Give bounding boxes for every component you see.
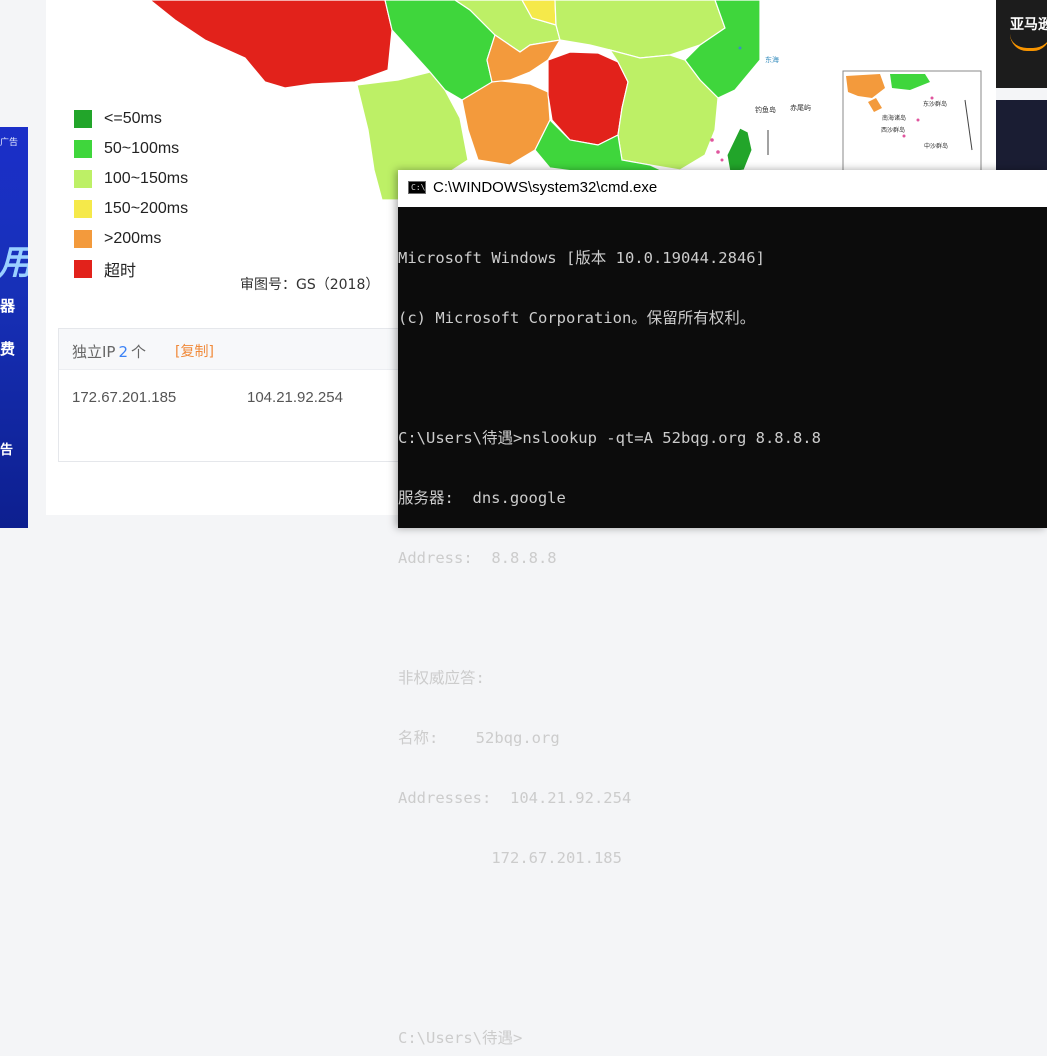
ad-char: 告 (0, 443, 14, 458)
inset-label: 南海诸岛 (882, 114, 906, 122)
console-line: 服务器: dns.google (398, 489, 566, 507)
legend-label: 150~200ms (104, 200, 189, 217)
ip-address: 172.67.201.185 (72, 389, 177, 406)
console-line: 172.67.201.185 (398, 849, 622, 867)
right-ad-amazon[interactable]: 亚马逊 (996, 0, 1047, 88)
legend-item: 超时 (74, 254, 188, 284)
ip-panel-header: 独立IP 2 个 [复制] (59, 329, 419, 370)
map-review-number: 审图号：GS（2018） (240, 277, 380, 293)
cmd-window-icon[interactable]: C:\ (408, 181, 426, 194)
inset-label: 东沙群岛 (923, 100, 947, 108)
legend-swatch (74, 110, 92, 128)
console-line: C:\Users\待遇>nslookup -qt=A 52bqg.org 8.8… (398, 429, 821, 447)
ip-count: 2 (118, 343, 129, 361)
legend-swatch (74, 260, 92, 278)
latency-legend: <=50ms 50~100ms 100~150ms 150~200ms >200… (74, 104, 188, 284)
legend-item: <=50ms (74, 104, 188, 134)
legend-label: <=50ms (104, 110, 162, 127)
legend-label: >200ms (104, 230, 162, 247)
ip-panel: 独立IP 2 个 [复制] 172.67.201.185 104.21.92.254 (58, 328, 420, 462)
console-line: Addresses: 104.21.92.254 (398, 789, 632, 807)
legend-label: 50~100ms (104, 140, 180, 157)
map-island-taiwan (726, 127, 753, 173)
ad-char: 费 (0, 340, 16, 358)
copy-ips-link[interactable]: [复制] (175, 341, 214, 361)
cmd-titlebar[interactable]: C:\ C:\WINDOWS\system32\cmd.exe (398, 170, 1047, 207)
legend-label: 100~150ms (104, 170, 189, 187)
legend-swatch (74, 140, 92, 158)
console-line: Microsoft Windows [版本 10.0.19044.2846] (398, 249, 765, 267)
legend-label: 超时 (104, 263, 137, 280)
console-line: Address: 8.8.8.8 (398, 549, 557, 567)
cmd-console-output[interactable]: Microsoft Windows [版本 10.0.19044.2846] (… (398, 207, 1047, 1047)
sea-label: 钓鱼岛 (755, 105, 776, 114)
legend-item: 150~200ms (74, 194, 188, 224)
legend-item: 100~150ms (74, 164, 188, 194)
right-ad-banner[interactable] (996, 100, 1047, 180)
ad-text: 亚马逊 (1010, 17, 1047, 33)
map-region-timeout (149, 0, 393, 89)
legend-swatch (74, 230, 92, 248)
ip-address: 104.21.92.254 (247, 389, 343, 406)
cmd-window-title: C:\WINDOWS\system32\cmd.exe (433, 179, 658, 196)
legend-item: 50~100ms (74, 134, 188, 164)
ip-panel-title: 独立IP 2 个 (72, 343, 147, 361)
sea-label: 赤尾屿 (790, 103, 811, 112)
console-prompt-line: C:\Users\待遇> (398, 1029, 523, 1047)
console-line: 非权威应答: (398, 669, 485, 687)
amazon-smile-icon (1010, 34, 1047, 51)
legend-swatch (74, 170, 92, 188)
cmd-window[interactable]: C:\ C:\WINDOWS\system32\cmd.exe Microsof… (398, 170, 1047, 1047)
legend-swatch (74, 200, 92, 218)
legend-item: >200ms (74, 224, 188, 254)
console-line: 名称: 52bqg.org (398, 729, 560, 747)
inset-label: 中沙群岛 (924, 142, 948, 150)
inset-label: 西沙群岛 (881, 126, 905, 134)
console-line: (c) Microsoft Corporation。保留所有权利。 (398, 309, 756, 327)
sea-label: 东海 (765, 55, 779, 64)
